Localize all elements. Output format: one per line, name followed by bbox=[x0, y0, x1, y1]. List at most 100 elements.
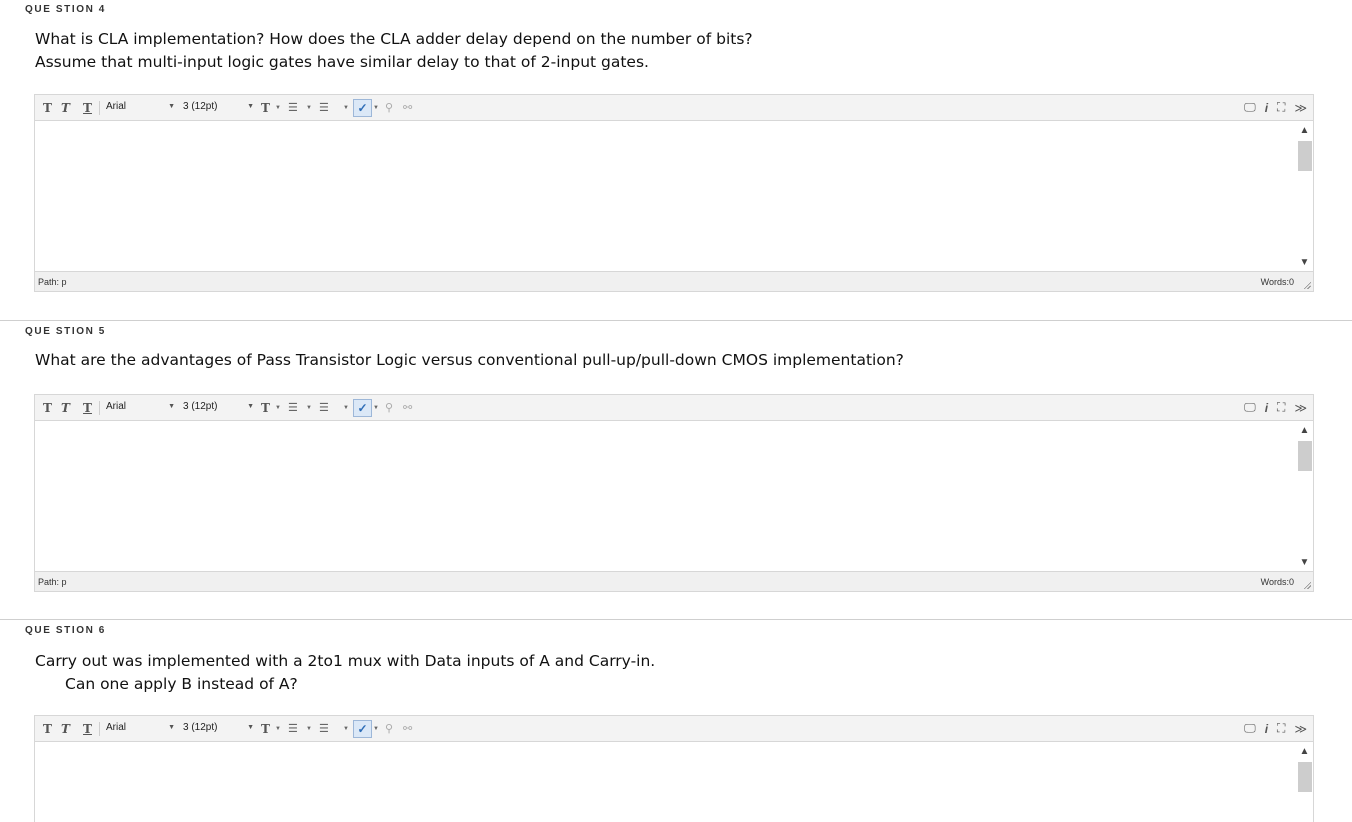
text-color-button[interactable]: T bbox=[259, 399, 272, 416]
scrollbar-thumb[interactable] bbox=[1298, 441, 1312, 471]
word-count: Words:0 bbox=[1260, 277, 1294, 287]
info-icon[interactable]: i bbox=[1265, 401, 1268, 415]
chevron-down-icon[interactable]: ▼ bbox=[306, 99, 312, 116]
link-icon[interactable]: ⚲ bbox=[385, 99, 393, 116]
preview-icon[interactable]: 🖵 bbox=[1244, 400, 1256, 415]
vertical-scrollbar[interactable]: ▲ ▼ bbox=[1296, 421, 1313, 571]
editor-right-tools: 🖵 i ⛶ ≫ bbox=[1244, 99, 1307, 116]
question-line: Carry out was implemented with a 2to1 mu… bbox=[35, 652, 656, 670]
chevron-down-icon: ▼ bbox=[247, 103, 254, 110]
chevron-down-icon: ▼ bbox=[168, 724, 175, 731]
chevron-down-icon[interactable]: ▼ bbox=[343, 99, 349, 116]
font-family-value: Arial bbox=[106, 101, 127, 112]
answer-editor: T T T Arial ▼ 3 (12pt) ▼ T ▼ ☰ ▼ ☰ ▼ ✓ ▼… bbox=[34, 394, 1314, 592]
unlink-icon[interactable]: ⚯ bbox=[403, 720, 412, 737]
numbered-list-icon[interactable]: ☰ bbox=[319, 720, 329, 737]
fullscreen-icon[interactable]: ⛶ bbox=[1277, 100, 1285, 115]
editor-content-area[interactable]: ▲ bbox=[35, 742, 1313, 822]
question-5: QUE STION 5 What are the advantages of P… bbox=[0, 320, 1352, 620]
spellcheck-icon[interactable]: ✓ bbox=[353, 99, 372, 117]
chevron-down-icon[interactable]: ▼ bbox=[1296, 255, 1313, 269]
spellcheck-icon[interactable]: ✓ bbox=[353, 720, 372, 738]
chevron-down-icon[interactable]: ▼ bbox=[275, 99, 281, 116]
font-size-value: 3 (12pt) bbox=[183, 101, 218, 112]
collapse-icon[interactable]: ≫ bbox=[1294, 401, 1307, 415]
bullet-list-icon[interactable]: ☰ bbox=[288, 399, 298, 416]
resize-grip-icon[interactable] bbox=[1303, 281, 1311, 289]
italic-button[interactable]: T bbox=[59, 399, 72, 416]
italic-button[interactable]: T bbox=[59, 720, 72, 737]
editor-toolbar: T T T Arial ▼ 3 (12pt) ▼ T ▼ ☰ ▼ ☰ ▼ ✓ ▼… bbox=[35, 716, 1313, 742]
chevron-up-icon[interactable]: ▲ bbox=[1296, 744, 1313, 758]
unlink-icon[interactable]: ⚯ bbox=[403, 399, 412, 416]
chevron-down-icon[interactable]: ▼ bbox=[343, 399, 349, 416]
font-size-select[interactable]: 3 (12pt) ▼ bbox=[179, 98, 257, 115]
preview-icon[interactable]: 🖵 bbox=[1244, 721, 1256, 736]
underline-button[interactable]: T bbox=[81, 720, 94, 737]
resize-grip-icon[interactable] bbox=[1303, 581, 1311, 589]
bold-button[interactable]: T bbox=[41, 720, 54, 737]
numbered-list-icon[interactable]: ☰ bbox=[319, 399, 329, 416]
editor-right-tools: 🖵 i ⛶ ≫ bbox=[1244, 399, 1307, 416]
editor-right-tools: 🖵 i ⛶ ≫ bbox=[1244, 720, 1307, 737]
question-line: What are the advantages of Pass Transist… bbox=[35, 351, 904, 369]
vertical-scrollbar[interactable]: ▲ bbox=[1296, 742, 1313, 822]
vertical-scrollbar[interactable]: ▲ ▼ bbox=[1296, 121, 1313, 271]
font-family-select[interactable]: Arial ▼ bbox=[102, 719, 178, 736]
text-color-button[interactable]: T bbox=[259, 720, 272, 737]
font-family-select[interactable]: Arial ▼ bbox=[102, 398, 178, 415]
fullscreen-icon[interactable]: ⛶ bbox=[1277, 400, 1285, 415]
question-label: QUE STION 5 bbox=[25, 326, 106, 337]
collapse-icon[interactable]: ≫ bbox=[1294, 101, 1307, 115]
editor-content-area[interactable]: ▲ ▼ bbox=[35, 121, 1313, 271]
question-line: Assume that multi-input logic gates have… bbox=[35, 53, 649, 71]
bullet-list-icon[interactable]: ☰ bbox=[288, 99, 298, 116]
editor-content-area[interactable]: ▲ ▼ bbox=[35, 421, 1313, 571]
bold-button[interactable]: T bbox=[41, 99, 54, 116]
font-family-value: Arial bbox=[106, 401, 127, 412]
font-size-value: 3 (12pt) bbox=[183, 401, 218, 412]
question-label: QUE STION 6 bbox=[25, 625, 106, 636]
collapse-icon[interactable]: ≫ bbox=[1294, 722, 1307, 736]
spellcheck-icon[interactable]: ✓ bbox=[353, 399, 372, 417]
underline-button[interactable]: T bbox=[81, 399, 94, 416]
info-icon[interactable]: i bbox=[1265, 101, 1268, 115]
link-icon[interactable]: ⚲ bbox=[385, 399, 393, 416]
question-text: Carry out was implemented with a 2to1 mu… bbox=[35, 650, 655, 696]
chevron-down-icon[interactable]: ▼ bbox=[373, 99, 379, 116]
preview-icon[interactable]: 🖵 bbox=[1244, 100, 1256, 115]
chevron-down-icon[interactable]: ▼ bbox=[306, 399, 312, 416]
editor-statusbar: Path: p Words:0 bbox=[35, 571, 1313, 591]
chevron-down-icon[interactable]: ▼ bbox=[373, 720, 379, 737]
editor-toolbar: T T T Arial ▼ 3 (12pt) ▼ T ▼ ☰ ▼ ☰ ▼ ✓ ▼… bbox=[35, 95, 1313, 121]
text-color-button[interactable]: T bbox=[259, 99, 272, 116]
font-family-value: Arial bbox=[106, 722, 127, 733]
chevron-down-icon[interactable]: ▼ bbox=[306, 720, 312, 737]
font-size-select[interactable]: 3 (12pt) ▼ bbox=[179, 398, 257, 415]
italic-button[interactable]: T bbox=[59, 99, 72, 116]
bullet-list-icon[interactable]: ☰ bbox=[288, 720, 298, 737]
font-size-select[interactable]: 3 (12pt) ▼ bbox=[179, 719, 257, 736]
bold-button[interactable]: T bbox=[41, 399, 54, 416]
chevron-down-icon[interactable]: ▼ bbox=[343, 720, 349, 737]
chevron-down-icon[interactable]: ▼ bbox=[275, 399, 281, 416]
chevron-down-icon[interactable]: ▼ bbox=[1296, 555, 1313, 569]
underline-button[interactable]: T bbox=[81, 99, 94, 116]
word-count: Words:0 bbox=[1260, 577, 1294, 587]
numbered-list-icon[interactable]: ☰ bbox=[319, 99, 329, 116]
link-icon[interactable]: ⚲ bbox=[385, 720, 393, 737]
question-label: QUE STION 4 bbox=[25, 4, 106, 15]
question-4: QUE STION 4 What is CLA implementation? … bbox=[0, 0, 1352, 320]
chevron-down-icon[interactable]: ▼ bbox=[275, 720, 281, 737]
scrollbar-thumb[interactable] bbox=[1298, 141, 1312, 171]
question-text: What are the advantages of Pass Transist… bbox=[35, 349, 904, 372]
font-family-select[interactable]: Arial ▼ bbox=[102, 98, 178, 115]
unlink-icon[interactable]: ⚯ bbox=[403, 99, 412, 116]
info-icon[interactable]: i bbox=[1265, 722, 1268, 736]
editor-statusbar: Path: p Words:0 bbox=[35, 271, 1313, 291]
chevron-up-icon[interactable]: ▲ bbox=[1296, 123, 1313, 137]
chevron-up-icon[interactable]: ▲ bbox=[1296, 423, 1313, 437]
fullscreen-icon[interactable]: ⛶ bbox=[1277, 721, 1285, 736]
scrollbar-thumb[interactable] bbox=[1298, 762, 1312, 792]
chevron-down-icon[interactable]: ▼ bbox=[373, 399, 379, 416]
